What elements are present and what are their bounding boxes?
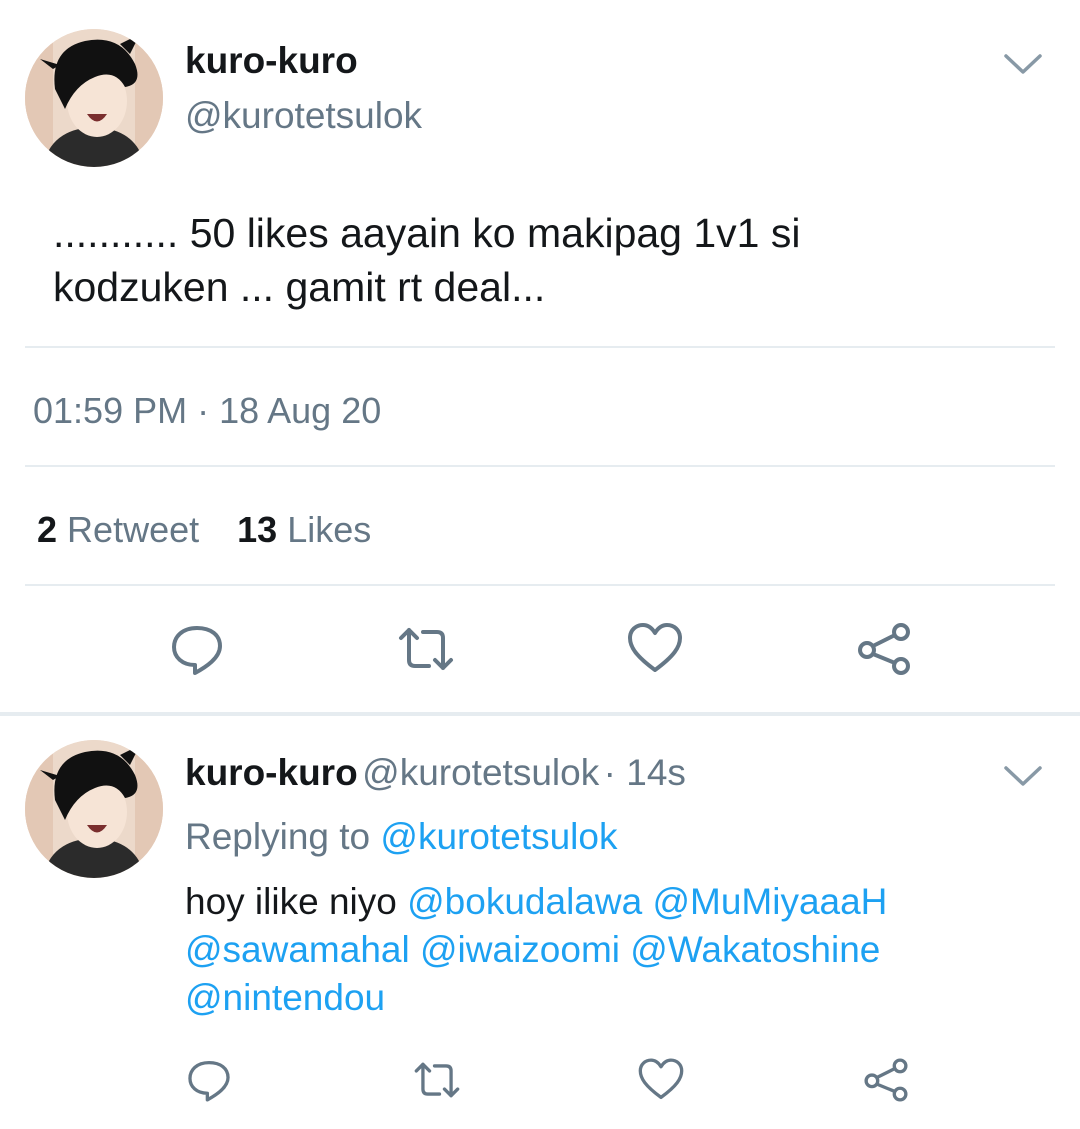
replying-to-handle[interactable]: @kurotetsulok xyxy=(380,816,617,857)
retweet-label: Retweet xyxy=(67,509,200,550)
reply-text-prefix: hoy ilike niyo xyxy=(185,881,397,922)
share-icon[interactable] xyxy=(862,1056,910,1104)
retweet-icon[interactable] xyxy=(413,1056,461,1104)
retweet-icon[interactable] xyxy=(397,620,455,678)
tweet-stats: 2 Retweet 13 Likes xyxy=(37,509,371,551)
mention-link[interactable]: @nintendou xyxy=(185,977,385,1018)
retweet-count: 2 xyxy=(37,509,58,550)
display-name[interactable]: kuro-kuro xyxy=(185,40,358,82)
mention-link[interactable]: @MuMiyaaaH xyxy=(652,881,887,922)
tweet-age: · 14s xyxy=(603,752,686,793)
heart-icon[interactable] xyxy=(637,1056,685,1104)
timestamp[interactable]: 01:59 PM · 18 Aug 20 xyxy=(33,390,381,432)
reply-text: hoy ilike niyo @bokudalawa @MuMiyaaaH @s… xyxy=(185,878,1065,1022)
mention-link[interactable]: @sawamahal xyxy=(185,929,410,970)
heart-icon[interactable] xyxy=(626,620,684,678)
reply-icon[interactable] xyxy=(185,1056,233,1104)
divider xyxy=(25,584,1055,586)
mention-link[interactable]: @Wakatoshine xyxy=(630,929,880,970)
likes-label: Likes xyxy=(287,509,372,550)
divider xyxy=(25,465,1055,467)
display-name[interactable]: kuro-kuro xyxy=(185,752,358,793)
reply-icon[interactable] xyxy=(168,620,226,678)
avatar[interactable] xyxy=(25,29,163,167)
likes-count: 13 xyxy=(237,509,278,550)
chevron-down-icon[interactable] xyxy=(1003,52,1043,76)
divider xyxy=(25,346,1055,348)
tweet-text-line: kodzuken ... gamit rt deal... xyxy=(53,264,546,310)
avatar[interactable] xyxy=(25,740,163,878)
mention-link[interactable]: @bokudalawa xyxy=(407,881,642,922)
tweet-text-line: ........... 50 likes aayain ko makipag 1… xyxy=(53,210,801,256)
share-icon[interactable] xyxy=(855,620,913,678)
chevron-down-icon[interactable] xyxy=(1003,764,1043,788)
replying-to-label: Replying to xyxy=(185,816,371,857)
retweet-stat[interactable]: 2 Retweet xyxy=(37,509,209,550)
mention-link[interactable]: @iwaizoomi xyxy=(420,929,620,970)
replying-to: Replying to @kurotetsulok xyxy=(185,816,617,858)
reply-header: kuro-kuro @kurotetsulok · 14s xyxy=(185,752,686,794)
user-handle[interactable]: @kurotetsulok xyxy=(185,95,422,137)
section-separator xyxy=(0,712,1080,716)
tweet-text: ........... 50 likes aayain ko makipag 1… xyxy=(53,206,1053,314)
likes-stat[interactable]: 13 Likes xyxy=(237,509,371,550)
user-handle[interactable]: @kurotetsulok xyxy=(362,752,599,793)
